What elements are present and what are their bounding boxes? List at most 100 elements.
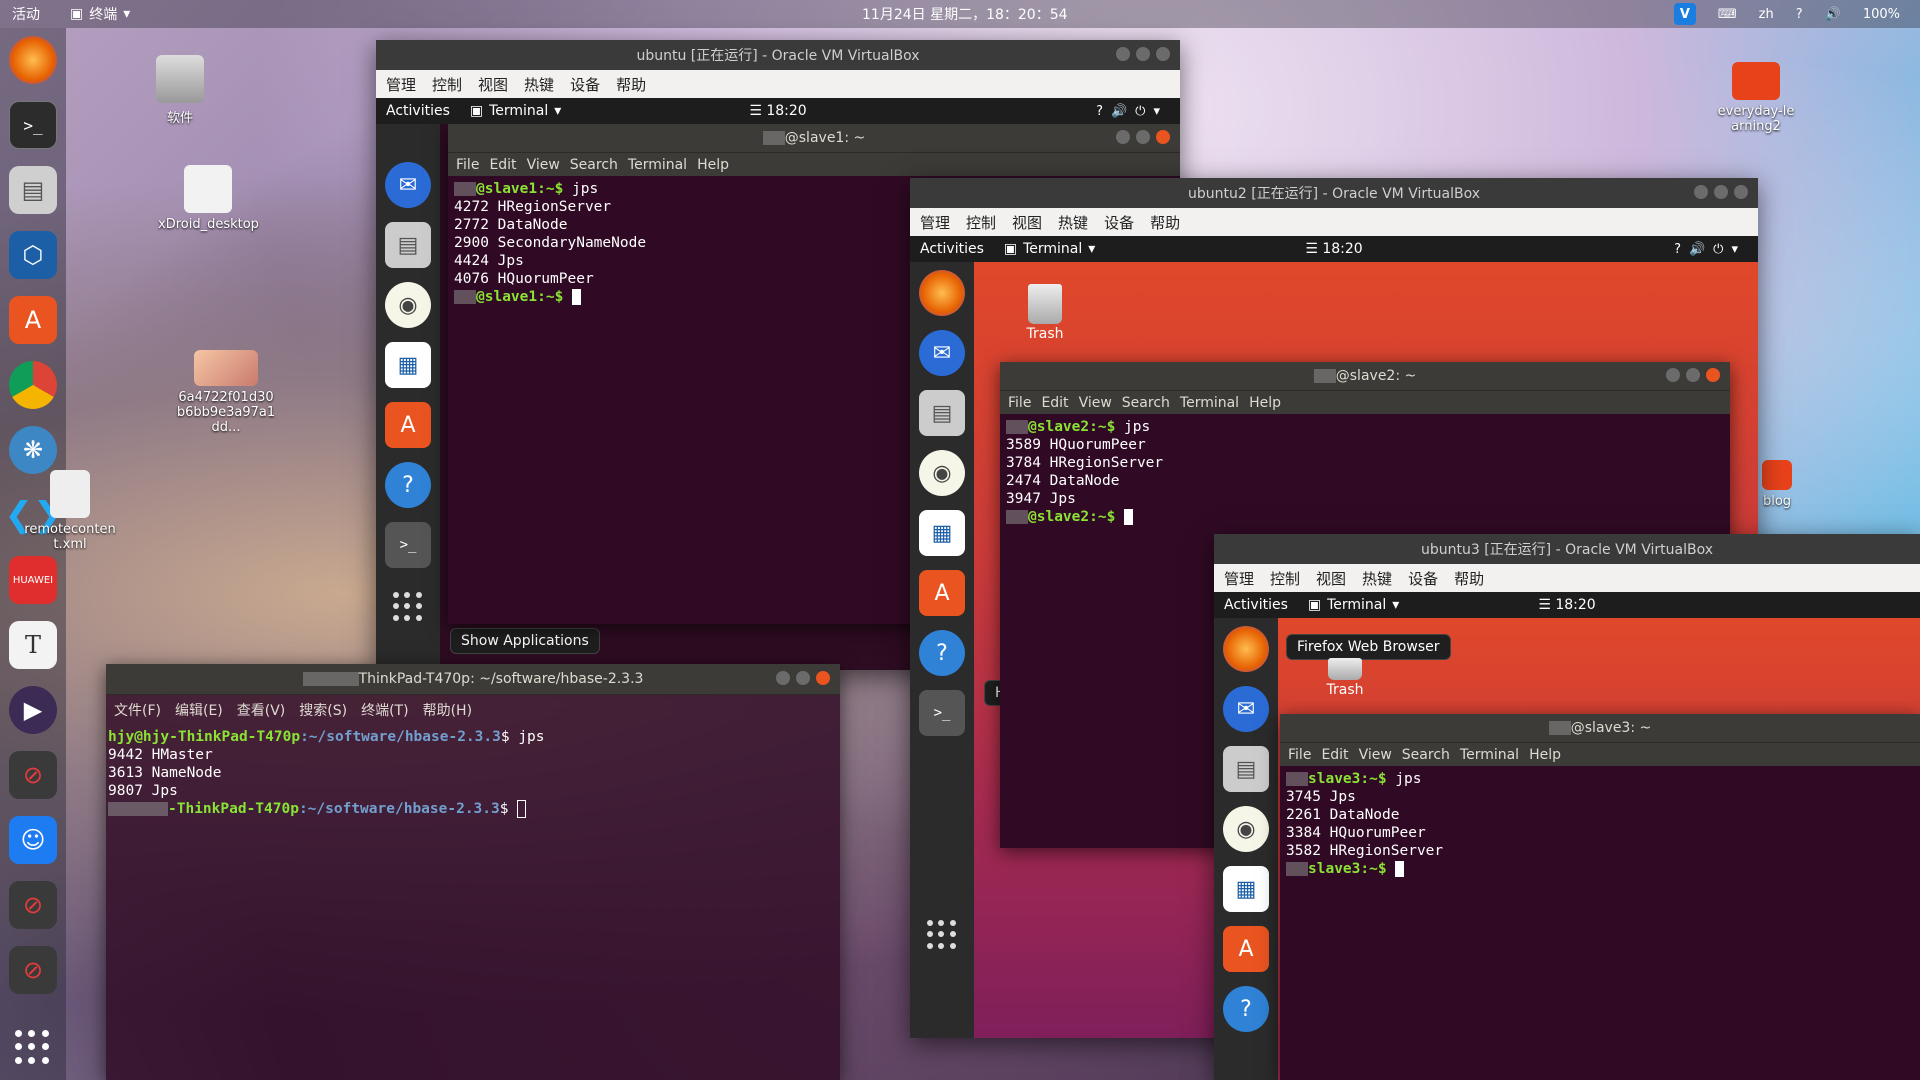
help-icon[interactable]: ? <box>1796 7 1803 22</box>
finder-icon[interactable]: ☺ <box>9 816 57 864</box>
terminal-titlebar[interactable]: @slave3: ~ <box>1280 714 1920 742</box>
desktop-icon-remotecontent[interactable]: remotecontent.xml <box>20 470 120 552</box>
menu-manage[interactable]: 管理 <box>1224 568 1254 589</box>
menu-view[interactable]: 视图 <box>478 74 508 95</box>
menu-file[interactable]: File <box>456 157 479 173</box>
rhythmbox-icon[interactable]: ◉ <box>385 282 431 328</box>
menu-view[interactable]: View <box>527 157 560 173</box>
help-icon[interactable]: ? <box>385 462 431 508</box>
menu-edit[interactable]: Edit <box>489 157 516 173</box>
menu-search[interactable]: Search <box>1122 395 1170 411</box>
menu-search[interactable]: 搜索(S) <box>299 700 347 720</box>
huawei-icon[interactable]: HUAWEI <box>9 556 57 604</box>
media-player-icon[interactable]: ▶ <box>9 686 57 734</box>
menu-help[interactable]: 帮助(H) <box>423 700 472 720</box>
window-titlebar[interactable]: ubuntu2 [正在运行] - Oracle VM VirtualBox <box>910 178 1758 208</box>
rhythmbox-icon[interactable]: ◉ <box>1223 806 1269 852</box>
writer-icon[interactable]: ▦ <box>385 342 431 388</box>
menu-help[interactable]: 帮助 <box>616 74 646 95</box>
files-icon[interactable]: ▤ <box>385 222 431 268</box>
thunderbird-icon[interactable]: ✉ <box>385 162 431 208</box>
menu-hotkey[interactable]: 热键 <box>524 74 554 95</box>
desktop-icon-software[interactable]: 软件 <box>130 55 230 126</box>
close-button[interactable] <box>1706 368 1720 382</box>
software-center-icon[interactable]: A <box>9 296 57 344</box>
menu-terminal[interactable]: Terminal <box>628 157 687 173</box>
volume-icon[interactable]: 🔊 <box>1825 7 1841 22</box>
terminal-app-menu[interactable]: ▣ Terminal ▾ <box>1308 597 1399 613</box>
terminal-app-menu[interactable]: ▣ Terminal ▾ <box>1004 241 1095 257</box>
guest-clock[interactable]: ☰ 18:20 <box>1305 241 1362 257</box>
close-button[interactable] <box>1156 47 1170 61</box>
menu-help[interactable]: 帮助 <box>1150 212 1180 233</box>
terminal-icon[interactable]: >_ <box>919 690 965 736</box>
rhythmbox-icon[interactable]: ◉ <box>919 450 965 496</box>
menu-devices[interactable]: 设备 <box>1104 212 1134 233</box>
desktop-icon-xdroid[interactable]: xDroid_desktop <box>158 165 259 232</box>
help-icon[interactable]: ? <box>1223 986 1269 1032</box>
maximize-button[interactable] <box>1714 185 1728 199</box>
menu-edit[interactable]: Edit <box>1041 395 1068 411</box>
menu-terminal[interactable]: Terminal <box>1180 395 1239 411</box>
trash-desktop-icon[interactable]: Trash <box>1310 658 1380 698</box>
menu-control[interactable]: 控制 <box>432 74 462 95</box>
clock[interactable]: 11月24日 星期二，18：20：54 <box>862 4 1068 24</box>
guest-tray[interactable]: ?🔊⏻▾ <box>1674 242 1746 257</box>
writer-icon[interactable]: ▦ <box>919 510 965 556</box>
menu-view[interactable]: 查看(V) <box>237 700 286 720</box>
menu-view[interactable]: 视图 <box>1012 212 1042 233</box>
terminal-app-menu[interactable]: ▣ Terminal ▾ <box>470 103 561 119</box>
menu-help[interactable]: 帮助 <box>1454 568 1484 589</box>
blocked-app-icon[interactable]: ⊘ <box>9 946 57 994</box>
battery-label[interactable]: 100% <box>1863 7 1900 22</box>
thunderbird-icon[interactable]: ✉ <box>1223 686 1269 732</box>
minimize-button[interactable] <box>1116 130 1130 144</box>
minimize-button[interactable] <box>1666 368 1680 382</box>
menu-search[interactable]: Search <box>1402 747 1450 763</box>
window-titlebar[interactable]: ubuntu [正在运行] - Oracle VM VirtualBox <box>376 40 1180 70</box>
files-icon[interactable]: ▤ <box>9 166 57 214</box>
menu-hotkey[interactable]: 热键 <box>1362 568 1392 589</box>
menu-view[interactable]: 视图 <box>1316 568 1346 589</box>
menu-devices[interactable]: 设备 <box>570 74 600 95</box>
files-icon[interactable]: ▤ <box>1223 746 1269 792</box>
text-editor-icon[interactable]: T <box>9 621 57 669</box>
desktop-icon-everyday-learning[interactable]: everyday-learning2 <box>1706 62 1806 134</box>
software-icon[interactable]: A <box>385 402 431 448</box>
guest-tray[interactable]: ?🔊⏻▾ <box>1096 104 1168 119</box>
language-indicator[interactable]: zh <box>1759 7 1774 22</box>
close-button[interactable] <box>816 671 830 685</box>
software-icon[interactable]: A <box>919 570 965 616</box>
terminal-icon[interactable]: >_ <box>9 101 57 149</box>
menu-help[interactable]: Help <box>697 157 729 173</box>
vbox-tray-icon[interactable]: V <box>1673 3 1696 25</box>
menu-file[interactable]: 文件(F) <box>114 700 161 720</box>
chrome-icon[interactable] <box>9 361 57 409</box>
show-applications-icon[interactable] <box>15 1030 51 1066</box>
menu-file[interactable]: File <box>1008 395 1031 411</box>
terminal-output[interactable]: slave3:~$ jps 3745 Jps 2261 DataNode 3384 H… <box>1280 766 1920 882</box>
menu-control[interactable]: 控制 <box>1270 568 1300 589</box>
minimize-button[interactable] <box>1694 185 1708 199</box>
menu-help[interactable]: Help <box>1529 747 1561 763</box>
blocked-app-icon[interactable]: ⊘ <box>9 751 57 799</box>
menu-file[interactable]: File <box>1288 747 1311 763</box>
minimize-button[interactable] <box>1116 47 1130 61</box>
blocked-app-icon[interactable]: ⊘ <box>9 881 57 929</box>
menu-terminal[interactable]: 终端(T) <box>361 700 408 720</box>
menu-manage[interactable]: 管理 <box>920 212 950 233</box>
firefox-icon[interactable] <box>1223 626 1269 672</box>
guest-clock[interactable]: ☰ 18:20 <box>1538 597 1595 613</box>
terminal-icon[interactable]: >_ <box>385 522 431 568</box>
terminal-titlebar[interactable]: @slave2: ~ <box>1000 362 1730 390</box>
maximize-button[interactable] <box>1136 130 1150 144</box>
menu-control[interactable]: 控制 <box>966 212 996 233</box>
terminal-output[interactable]: hjy@hjy-ThinkPad-T470p:~/software/hbase-… <box>106 724 840 822</box>
menu-devices[interactable]: 设备 <box>1408 568 1438 589</box>
close-button[interactable] <box>1734 185 1748 199</box>
shotwell-icon[interactable]: ❋ <box>9 426 57 474</box>
close-button[interactable] <box>1156 130 1170 144</box>
window-titlebar[interactable]: ubuntu3 [正在运行] - Oracle VM VirtualBox <box>1214 534 1920 564</box>
terminal-titlebar[interactable]: ThinkPad-T470p: ~/software/hbase-2.3.3 <box>106 664 840 694</box>
menu-edit[interactable]: 编辑(E) <box>175 700 223 720</box>
